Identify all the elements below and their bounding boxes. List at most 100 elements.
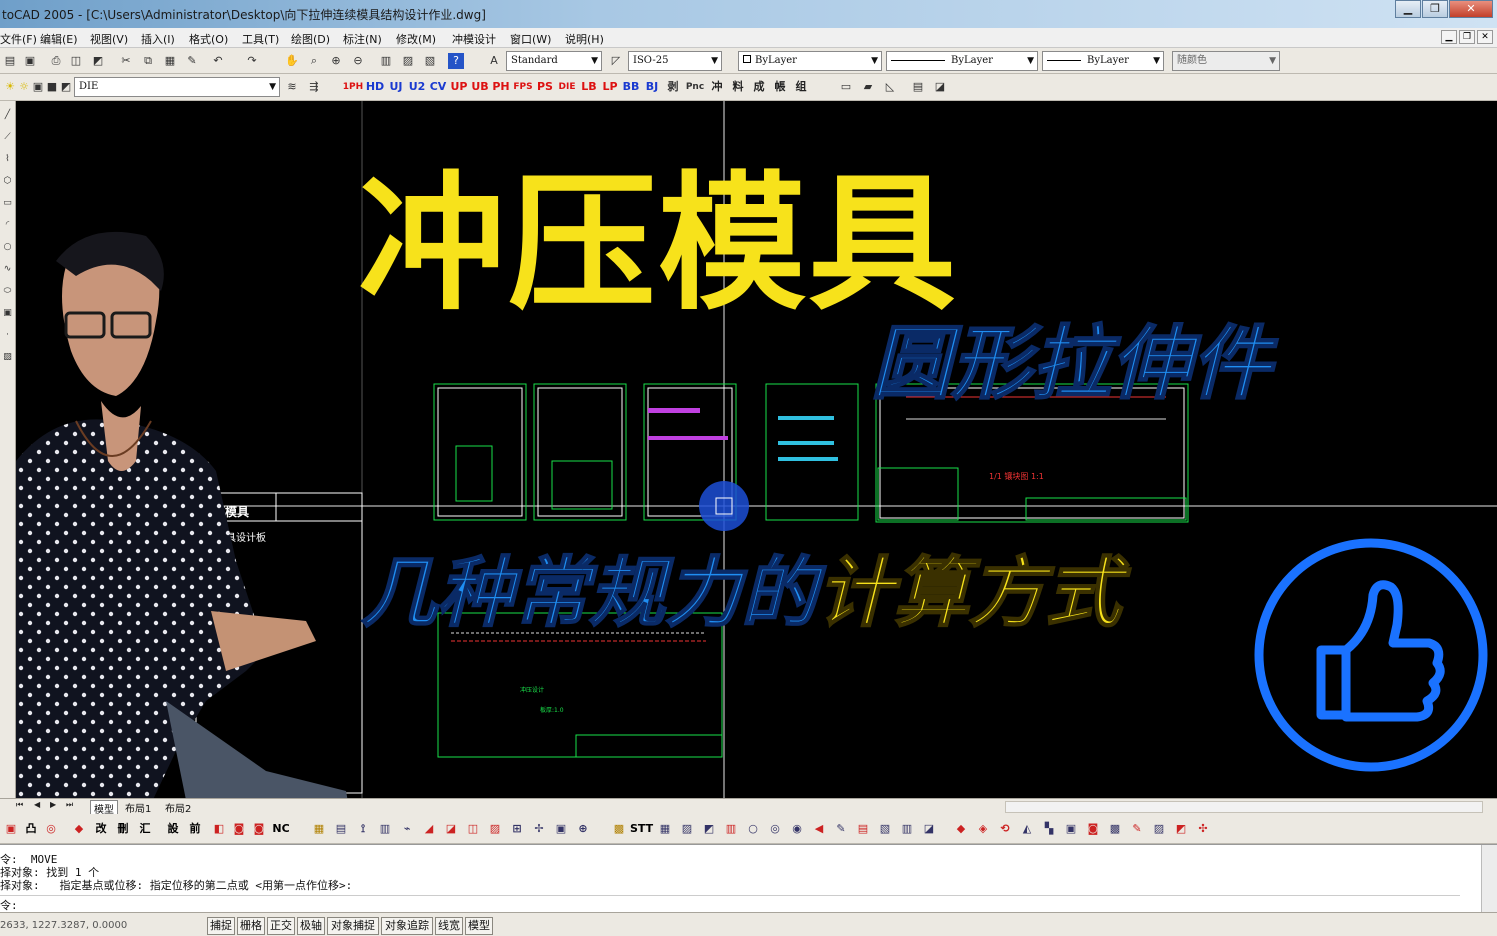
- zoom-realtime-icon[interactable]: ⌕: [306, 53, 322, 69]
- pan-icon[interactable]: ✋: [284, 53, 300, 69]
- bottom-btn-nc[interactable]: NC: [270, 821, 292, 837]
- paste-icon[interactable]: ▦: [162, 53, 178, 69]
- tool-icon[interactable]: ▧: [876, 821, 894, 837]
- redo-icon[interactable]: ↷: [244, 53, 260, 69]
- construction-line-icon[interactable]: ⟋: [1, 131, 14, 144]
- menu-insert[interactable]: 插入(I): [141, 31, 175, 47]
- tool-icon[interactable]: ◧: [210, 821, 228, 837]
- tool-icon[interactable]: ▨: [1150, 821, 1168, 837]
- tool-icon[interactable]: ◙: [1084, 821, 1102, 837]
- horizontal-scrollbar[interactable]: [1005, 801, 1483, 813]
- tool-icon[interactable]: ⊞: [508, 821, 526, 837]
- doc-close-button[interactable]: ✕: [1477, 30, 1493, 44]
- tool-icon[interactable]: ▤: [332, 821, 350, 837]
- die-tool-button[interactable]: BB: [621, 78, 641, 96]
- tool-icon[interactable]: ◫: [464, 821, 482, 837]
- tool-icon[interactable]: ◩: [1172, 821, 1190, 837]
- menu-help[interactable]: 说明(H): [565, 31, 604, 47]
- tab-last-icon[interactable]: ⏭: [66, 800, 73, 810]
- doc-restore-button[interactable]: ❐: [1459, 30, 1475, 44]
- die-tool-button[interactable]: U2: [407, 78, 427, 96]
- dim-update-icon[interactable]: ▤: [910, 79, 926, 95]
- publish-icon[interactable]: ◩: [90, 53, 106, 69]
- spline-icon[interactable]: ∿: [1, 263, 14, 276]
- die-tool-button[interactable]: Pnc: [684, 78, 706, 96]
- lineweight-toggle[interactable]: 线宽: [435, 917, 463, 935]
- die-tool-button[interactable]: FPS: [512, 78, 534, 96]
- dim-aligned-icon[interactable]: ▰: [860, 79, 876, 95]
- die-tool-button[interactable]: 冲: [707, 78, 727, 96]
- plot-icon[interactable]: ◩: [58, 79, 74, 95]
- tool-icon[interactable]: ▦: [656, 821, 674, 837]
- dim-angle-icon[interactable]: ◺: [882, 79, 898, 95]
- tool-icon[interactable]: ▣: [2, 821, 20, 837]
- point-icon[interactable]: ·: [1, 329, 14, 342]
- tool-icon[interactable]: ◆: [952, 821, 970, 837]
- tool-icon[interactable]: ✢: [530, 821, 548, 837]
- linetype-select[interactable]: ByLayer ▼: [886, 51, 1038, 71]
- layer-select[interactable]: DIE ▼: [74, 77, 280, 97]
- tool-icon[interactable]: ▥: [722, 821, 740, 837]
- minimize-button[interactable]: ▁: [1395, 0, 1421, 18]
- bottom-btn-stt[interactable]: STT: [630, 821, 653, 837]
- undo-icon[interactable]: ↶: [210, 53, 226, 69]
- make-current-icon[interactable]: ≋: [284, 79, 300, 95]
- die-tool-button[interactable]: UB: [470, 78, 490, 96]
- cut-icon[interactable]: ✂: [118, 53, 134, 69]
- ortho-toggle[interactable]: 正交: [267, 917, 295, 935]
- tool-icon[interactable]: ⟲: [996, 821, 1014, 837]
- tool-icon[interactable]: ◀: [810, 821, 828, 837]
- osnap-toggle[interactable]: 对象捕捉: [327, 917, 379, 935]
- grid-toggle[interactable]: 栅格: [237, 917, 265, 935]
- text-style-select[interactable]: Standard ▼: [506, 51, 602, 71]
- tool-icon[interactable]: ◆: [70, 821, 88, 837]
- menu-edit[interactable]: 编辑(E): [40, 31, 78, 47]
- menu-draw[interactable]: 绘图(D): [291, 31, 330, 47]
- model-toggle[interactable]: 模型: [465, 917, 493, 935]
- close-button[interactable]: ✕: [1449, 0, 1493, 18]
- tool-icon[interactable]: ⌁: [398, 821, 416, 837]
- die-tool-button[interactable]: UP: [449, 78, 469, 96]
- tool-icon[interactable]: ◎: [42, 821, 60, 837]
- tool-icon[interactable]: ◉: [788, 821, 806, 837]
- bottom-btn-summary[interactable]: 汇: [136, 821, 154, 837]
- tool-icon[interactable]: ◈: [974, 821, 992, 837]
- dim-linear-icon[interactable]: ▭: [838, 79, 854, 95]
- tool-icon[interactable]: ◩: [700, 821, 718, 837]
- tab-prev-icon[interactable]: ◀: [34, 800, 40, 809]
- menu-view[interactable]: 视图(V): [90, 31, 128, 47]
- command-scrollbar[interactable]: [1481, 845, 1497, 913]
- die-tool-button[interactable]: 剥: [663, 78, 683, 96]
- tool-icon[interactable]: ◭: [1018, 821, 1036, 837]
- new-icon[interactable]: ▤: [2, 53, 18, 69]
- tool-icon[interactable]: ✎: [1128, 821, 1146, 837]
- otrack-toggle[interactable]: 对象追踪: [381, 917, 433, 935]
- rectangle-icon[interactable]: ▭: [1, 197, 14, 210]
- bottom-btn-front[interactable]: 前: [186, 821, 204, 837]
- drawing-canvas[interactable]: 1/1 镶块图 1:1 冲压设计 板厚:1.0 冲压模具 金模具设计板: [16, 101, 1497, 798]
- block-icon[interactable]: ▣: [1, 307, 14, 320]
- die-tool-button[interactable]: 帳: [770, 78, 790, 96]
- polygon-icon[interactable]: ⬡: [1, 175, 14, 188]
- doc-minimize-button[interactable]: ▁: [1441, 30, 1457, 44]
- tool-icon[interactable]: 凸: [22, 821, 40, 837]
- tool-icon[interactable]: ◙: [230, 821, 248, 837]
- polar-toggle[interactable]: 极轴: [297, 917, 325, 935]
- die-tool-button[interactable]: PS: [535, 78, 555, 96]
- design-center-icon[interactable]: ▨: [400, 53, 416, 69]
- tool-icon[interactable]: ▣: [552, 821, 570, 837]
- tab-next-icon[interactable]: ▶: [50, 800, 56, 809]
- menu-modify[interactable]: 修改(M): [396, 31, 436, 47]
- hatch-icon[interactable]: ▨: [1, 351, 14, 364]
- color-select[interactable]: ByLayer ▼: [738, 51, 882, 71]
- bottom-btn-setting[interactable]: 設: [164, 821, 182, 837]
- circle-icon[interactable]: ○: [1, 241, 14, 254]
- die-tool-button[interactable]: UJ: [386, 78, 406, 96]
- tool-icon[interactable]: ▩: [1106, 821, 1124, 837]
- die-tool-button[interactable]: LP: [600, 78, 620, 96]
- properties-icon[interactable]: ▥: [378, 53, 394, 69]
- die-tool-button[interactable]: DIE: [556, 78, 578, 96]
- menu-format[interactable]: 格式(O): [189, 31, 228, 47]
- tool-icon[interactable]: ▤: [854, 821, 872, 837]
- tool-icon[interactable]: ▚: [1040, 821, 1058, 837]
